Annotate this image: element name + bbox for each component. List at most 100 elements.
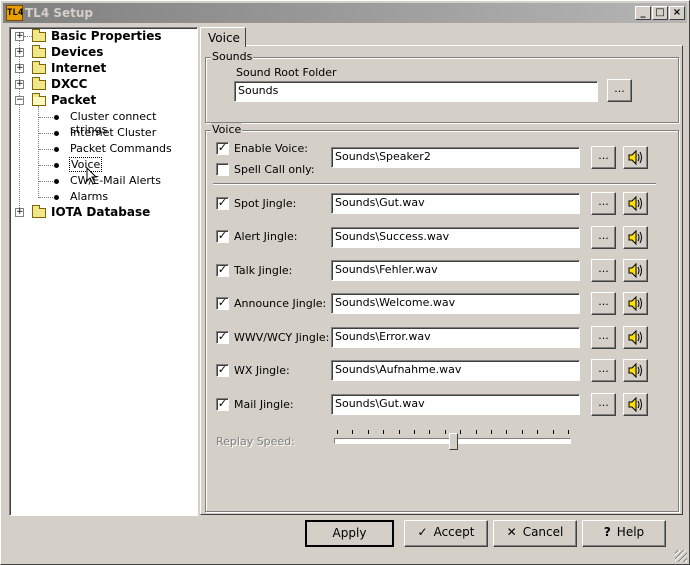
spot-jingle-field[interactable]: Sounds\Gut.wav <box>331 193 580 214</box>
mail-jingle-browse-button[interactable]: ... <box>591 393 616 416</box>
tree-line <box>39 149 55 150</box>
wx-jingle-browse-button[interactable]: ... <box>591 359 616 382</box>
spot-jingle-play-button[interactable] <box>623 192 648 215</box>
announce-jingle-checkbox[interactable]: ✓ <box>216 297 229 310</box>
help-label: Help <box>616 525 645 539</box>
announce-jingle-play-button[interactable] <box>623 292 648 315</box>
voice-field[interactable]: Sounds\Speaker2 <box>331 147 580 168</box>
talk-jingle-checkbox[interactable]: ✓ <box>216 264 229 277</box>
sound-root-folder-field[interactable]: Sounds <box>234 81 598 102</box>
cancel-label: Cancel <box>522 525 564 539</box>
tree-item-internet-cluster[interactable]: Internet Cluster <box>70 126 156 139</box>
wx-jingle-play-button[interactable] <box>623 359 648 382</box>
wwv-wcy-jingle-browse-button[interactable]: ... <box>591 326 616 349</box>
tab-voice[interactable]: Voice <box>200 27 246 47</box>
tree-item-packet[interactable]: Packet <box>51 93 96 107</box>
maximize-button[interactable]: □ <box>652 6 668 20</box>
slider-tick <box>352 430 353 434</box>
apply-button[interactable]: Apply <box>305 520 394 547</box>
slider-tick <box>460 430 461 434</box>
talk-jingle-play-button[interactable] <box>623 259 648 282</box>
slider-tick <box>399 430 400 434</box>
tree-line <box>39 165 55 166</box>
replay-speed-slider[interactable] <box>449 433 458 450</box>
title-bar[interactable]: TL4 TL4 Setup _ □ × <box>3 3 687 23</box>
tree-item-iota-database[interactable]: IOTA Database <box>51 205 150 219</box>
spot-jingle-checkbox[interactable]: ✓ <box>216 197 229 210</box>
checkmark-icon: ✓ <box>217 296 228 309</box>
open-folder-icon <box>32 93 46 106</box>
talk-jingle-field[interactable]: Sounds\Fehler.wav <box>331 260 580 281</box>
spell-call-only-checkbox[interactable] <box>216 163 229 176</box>
folder-icon <box>32 77 46 90</box>
checkmark-icon: ✓ <box>217 196 228 209</box>
talk-jingle-browse-button[interactable]: ... <box>591 259 616 282</box>
replay-speed-label: Replay Speed: <box>216 435 295 448</box>
tree-item-basic-properties[interactable]: Basic Properties <box>51 29 162 43</box>
tree-item-devices[interactable]: Devices <box>51 45 103 59</box>
wx-jingle-field[interactable]: Sounds\Aufnahme.wav <box>331 360 580 381</box>
help-button[interactable]: ? Help <box>582 520 666 547</box>
leaf-bullet-icon <box>54 131 59 136</box>
alert-jingle-play-button[interactable] <box>623 226 648 249</box>
announce-jingle-field[interactable]: Sounds\Welcome.wav <box>331 293 580 314</box>
sound-root-folder-browse-button[interactable]: ... <box>607 79 632 102</box>
checkmark-icon: ✓ <box>217 141 228 154</box>
expand-icon[interactable]: + <box>15 64 24 73</box>
checkmark-icon: ✓ <box>217 363 228 376</box>
leaf-bullet-icon <box>54 179 59 184</box>
cancel-button[interactable]: ✕ Cancel <box>493 520 577 547</box>
window-title: TL4 Setup <box>25 6 94 20</box>
collapse-icon[interactable]: − <box>15 96 24 105</box>
tree-line <box>39 197 55 198</box>
voice-play-button[interactable] <box>623 146 648 169</box>
tree-item-packet-commands[interactable]: Packet Commands <box>70 142 172 155</box>
wx-jingle-checkbox[interactable]: ✓ <box>216 364 229 377</box>
wx-jingle-label: WX Jingle: <box>234 364 290 377</box>
slider-tick <box>553 430 554 434</box>
minimize-button[interactable]: _ <box>635 6 651 20</box>
wwv-wcy-jingle-label: WWV/WCY Jingle: <box>234 331 330 344</box>
minimize-icon: _ <box>640 7 646 18</box>
checkmark-icon: ✓ <box>217 330 228 343</box>
alert-jingle-field[interactable]: Sounds\Success.wav <box>331 227 580 248</box>
resize-grip[interactable] <box>675 550 687 562</box>
alert-jingle-browse-button[interactable]: ... <box>591 226 616 249</box>
slider-tick <box>506 430 507 434</box>
wwv-wcy-jingle-play-button[interactable] <box>623 326 648 349</box>
tree-item-alarms[interactable]: Alarms <box>70 190 108 203</box>
tree-item-internet[interactable]: Internet <box>51 61 106 75</box>
settings-tree[interactable]: + Basic Properties + Devices + Internet … <box>9 27 198 516</box>
mail-jingle-field[interactable]: Sounds\Gut.wav <box>331 394 580 415</box>
announce-jingle-label: Announce Jingle: <box>234 297 327 310</box>
speaker-icon <box>628 396 642 413</box>
tree-item-dxcc[interactable]: DXCC <box>51 77 87 91</box>
close-button[interactable]: × <box>669 6 685 20</box>
mail-jingle-play-button[interactable] <box>623 393 648 416</box>
expand-icon[interactable]: + <box>15 32 24 41</box>
voice-separator <box>213 183 656 185</box>
expand-icon[interactable]: + <box>15 80 24 89</box>
tree-item-cw-email-alerts[interactable]: CW/E-Mail Alerts <box>70 174 161 187</box>
announce-jingle-browse-button[interactable]: ... <box>591 292 616 315</box>
voice-group-title: Voice <box>211 123 243 136</box>
spot-jingle-browse-button[interactable]: ... <box>591 192 616 215</box>
enable-voice-checkbox[interactable]: ✓ <box>216 142 229 155</box>
wwv-wcy-jingle-field[interactable]: Sounds\Error.wav <box>331 327 580 348</box>
voice-browse-button[interactable]: ... <box>591 146 616 169</box>
help-icon: ? <box>603 525 611 539</box>
wwv-wcy-jingle-checkbox[interactable]: ✓ <box>216 331 229 344</box>
alert-jingle-checkbox[interactable]: ✓ <box>216 230 229 243</box>
mail-jingle-label: Mail Jingle: <box>234 398 294 411</box>
slider-tick <box>476 430 477 434</box>
sound-root-folder-label: Sound Root Folder <box>236 66 337 79</box>
slider-tick <box>491 430 492 434</box>
expand-icon[interactable]: + <box>15 208 24 217</box>
slider-tick <box>537 430 538 434</box>
slider-tick <box>568 430 569 434</box>
enable-voice-label: Enable Voice: <box>234 142 308 155</box>
accept-button[interactable]: ✓ Accept <box>404 520 488 547</box>
mail-jingle-checkbox[interactable]: ✓ <box>216 398 229 411</box>
tree-line <box>39 117 55 118</box>
expand-icon[interactable]: + <box>15 48 24 57</box>
